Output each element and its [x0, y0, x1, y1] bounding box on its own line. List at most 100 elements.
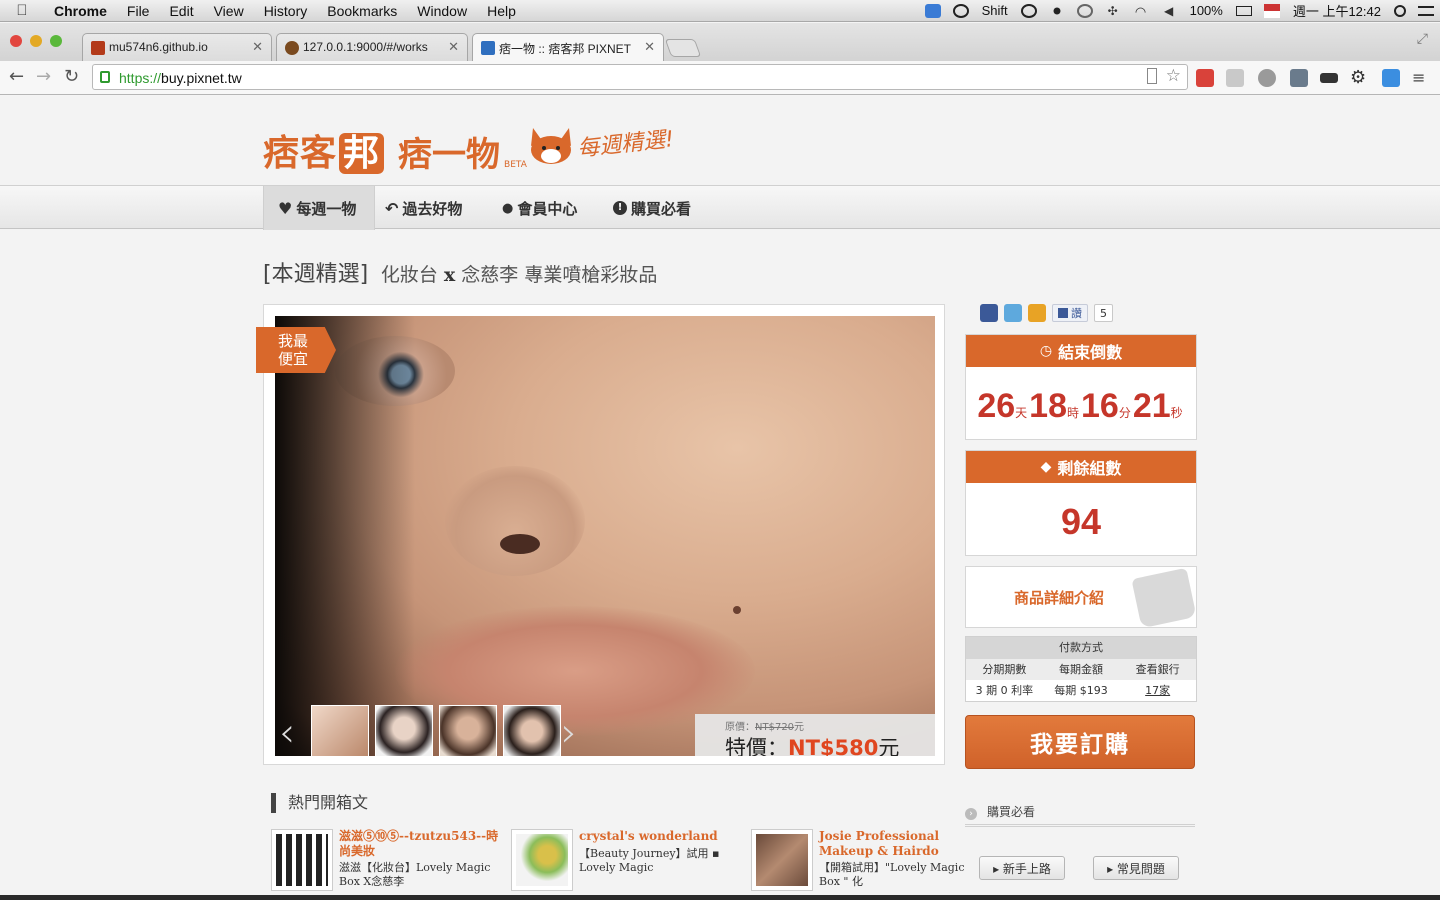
main-nav: ♥ 每週一物 ↶ 過去好物 ● 會員中心 ! 購買必看: [0, 185, 1440, 230]
shift-status[interactable]: Shift: [975, 3, 1015, 18]
wifi-icon[interactable]: ◠: [1133, 4, 1149, 19]
bluetooth-icon[interactable]: ✣: [1105, 4, 1121, 18]
remaining-header: 剩餘組數: [1057, 459, 1122, 478]
forward-arrow-icon[interactable]: →: [36, 66, 51, 87]
thumbnail-strip: [311, 705, 561, 756]
minutes-unit: 分: [1118, 406, 1131, 420]
thumbnail-4[interactable]: [503, 705, 561, 756]
product-gallery: ‹ › 原價：NT$720元 特價：NT$580元 我最 便宜: [256, 304, 945, 765]
do-not-disturb-icon[interactable]: [1020, 3, 1037, 18]
product-headline: [本週精選] 化妝台 x 念慈李 專業噴槍彩妝品: [263, 256, 657, 288]
extension-eyedropper-icon[interactable]: [1290, 69, 1308, 87]
close-tab-icon[interactable]: ✕: [448, 39, 459, 55]
special-price-label: 特價：: [725, 736, 788, 756]
spotlight-search-icon[interactable]: [1394, 4, 1406, 17]
bookmark-star-icon[interactable]: ☆: [1166, 66, 1181, 86]
battery-percent[interactable]: 100%: [1183, 3, 1230, 18]
order-button[interactable]: 我要訂購: [965, 715, 1195, 769]
close-tab-icon[interactable]: ✕: [644, 39, 655, 55]
menu-bookmarks[interactable]: Bookmarks: [317, 0, 407, 22]
beginner-guide-button[interactable]: ▸ 新手上路: [979, 856, 1065, 880]
menu-app-name[interactable]: Chrome: [44, 0, 117, 22]
hot-posts-title: 熱門開箱文: [271, 793, 368, 813]
prev-arrow-icon[interactable]: ‹: [279, 708, 295, 756]
post-author[interactable]: crystal's wonderland: [579, 829, 739, 844]
info-icon: !: [613, 201, 627, 215]
menu-window[interactable]: Window: [407, 0, 477, 22]
menu-file[interactable]: File: [117, 0, 160, 22]
site-logo[interactable]: 痞客邦 痞一物 BETA: [263, 116, 527, 176]
tab-localhost[interactable]: 127.0.0.1:9000/#/works ✕: [276, 33, 468, 61]
close-window-button[interactable]: [10, 35, 22, 47]
battery-icon[interactable]: [1235, 5, 1252, 16]
reload-icon[interactable]: ↻: [64, 66, 79, 87]
web-page: 痞客邦 痞一物 BETA 每週精選! ♥ 每週一物 ↶ 過去好物 ● 會員中心 …: [0, 96, 1440, 900]
facebook-like-button[interactable]: 讚: [1052, 304, 1088, 322]
chrome-menu-icon[interactable]: ≡: [1412, 69, 1430, 87]
nav-purchase-notes[interactable]: ! 購買必看: [613, 186, 691, 230]
extension-download-icon[interactable]: [1226, 69, 1244, 87]
hot-post-item[interactable]: 滋滋⑤⑩⑤--tzutzu543--時尚美妝 滋滋【化妝台】Lovely Mag…: [271, 829, 501, 899]
banks-link[interactable]: 17家: [1119, 680, 1196, 701]
payment-header-row: 分期期數 每期金額 查看銀行: [966, 659, 1196, 680]
notification-center-icon[interactable]: [1418, 5, 1434, 16]
extension-red-icon[interactable]: [1196, 69, 1214, 87]
price-panel: 原價：NT$720元 特價：NT$580元: [695, 714, 935, 756]
cheapest-ribbon: 我最 便宜: [256, 327, 336, 373]
plurk-share-icon[interactable]: [1028, 304, 1046, 322]
heart-icon: ♥: [278, 198, 293, 218]
zoom-window-button[interactable]: [50, 35, 62, 47]
nav-weekly-item[interactable]: ♥ 每週一物: [263, 186, 375, 230]
facebook-share-icon[interactable]: [980, 304, 998, 322]
hot-post-item[interactable]: crystal's wonderland 【Beauty Journey】試用 …: [511, 829, 741, 899]
like-label: 讚: [1071, 307, 1082, 320]
faq-button[interactable]: ▸ 常見問題: [1093, 856, 1179, 880]
menu-history[interactable]: History: [254, 0, 318, 22]
apple-icon[interactable]: : [0, 2, 44, 19]
days-value: 26: [977, 387, 1016, 425]
thumbnail-3[interactable]: [439, 705, 497, 756]
social-share-bar: 讚 5: [980, 304, 1113, 322]
url-host: buy.pixnet.tw: [161, 70, 242, 86]
product-main-photo[interactable]: ‹ › 原價：NT$720元 特價：NT$580元: [275, 316, 935, 756]
thumbnail-1[interactable]: [311, 705, 369, 756]
tab-github[interactable]: mu574n6.github.io ✕: [82, 33, 272, 61]
menu-view[interactable]: View: [204, 0, 254, 22]
time-machine-icon[interactable]: [1076, 3, 1093, 18]
settings-gear-icon[interactable]: ⚙: [1350, 69, 1368, 87]
extension-rss-icon[interactable]: [1258, 69, 1276, 87]
nav-past-items[interactable]: ↶ 過去好物: [385, 186, 462, 230]
post-author[interactable]: Josie Professional Makeup & Hairdo: [819, 829, 979, 859]
logo-brand-box: 邦: [339, 133, 385, 174]
menu-edit[interactable]: Edit: [159, 0, 203, 22]
address-bar[interactable]: https://buy.pixnet.tw ☆: [92, 64, 1188, 90]
post-snippet: 滋滋【化妝台】Lovely Magic Box X念慈李: [339, 861, 491, 888]
cluster-icon[interactable]: [1048, 3, 1065, 18]
next-arrow-icon[interactable]: ›: [561, 708, 577, 756]
dropbox-icon[interactable]: [924, 3, 941, 18]
close-tab-icon[interactable]: ✕: [252, 39, 263, 55]
thumbnail-2[interactable]: [375, 705, 433, 756]
extension-blue-icon[interactable]: [1382, 69, 1400, 87]
page-icon[interactable]: [1147, 68, 1157, 84]
hat-favicon-icon: [285, 41, 299, 55]
nav-member-center[interactable]: ● 會員中心: [502, 186, 577, 230]
fullscreen-icon[interactable]: ⤢: [1417, 31, 1428, 47]
special-price: NT$580: [788, 736, 879, 756]
twitter-share-icon[interactable]: [1004, 304, 1022, 322]
nav-label: 過去好物: [402, 199, 463, 218]
tag-icon: ◆: [1040, 459, 1052, 475]
post-author[interactable]: 滋滋⑤⑩⑤--tzutzu543--時尚美妝: [339, 829, 499, 859]
menu-help[interactable]: Help: [477, 0, 526, 22]
back-arrow-icon[interactable]: ←: [9, 66, 24, 87]
menubar-clock[interactable]: 週一 上午12:42: [1286, 1, 1388, 20]
volume-icon[interactable]: ◀: [1161, 4, 1177, 18]
new-tab-button[interactable]: [664, 39, 702, 57]
minimize-window-button[interactable]: [30, 35, 42, 47]
tab-pixnet[interactable]: 痞一物 :: 痞客邦 PIXNET ✕: [472, 33, 664, 61]
product-detail-link[interactable]: 商品詳細介紹: [965, 566, 1197, 629]
flag-icon[interactable]: [1263, 3, 1280, 18]
hot-post-item[interactable]: Josie Professional Makeup & Hairdo 【開箱試用…: [751, 829, 981, 899]
extension-glasses-icon[interactable]: [1320, 73, 1338, 83]
creative-cloud-icon[interactable]: [952, 3, 969, 18]
